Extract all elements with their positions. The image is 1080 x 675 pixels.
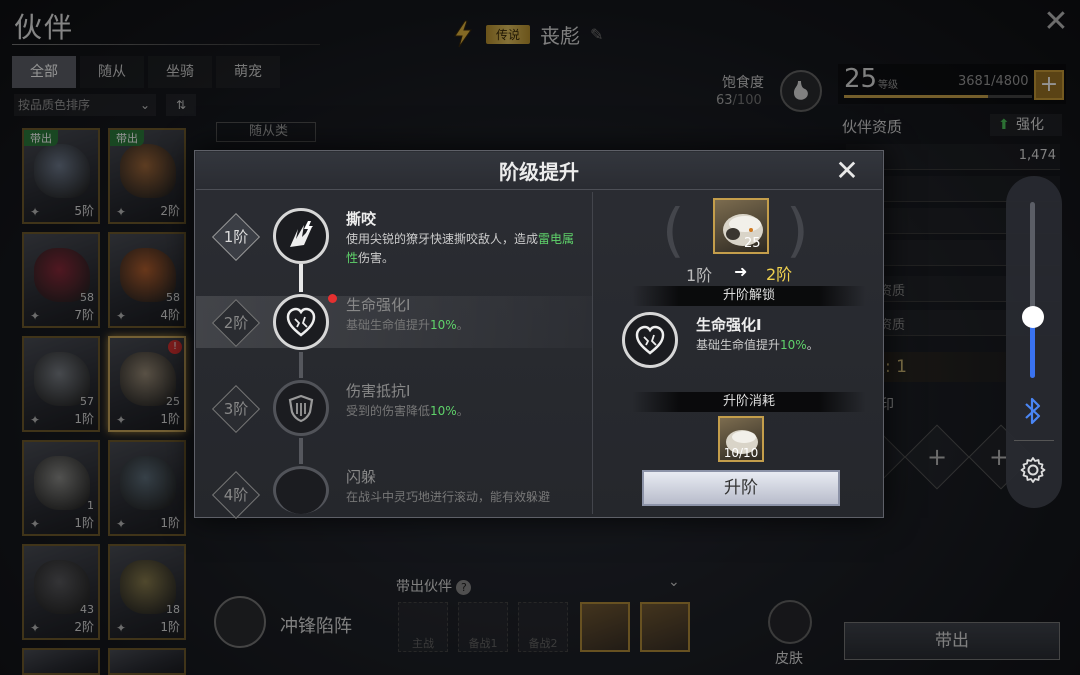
tier-connector <box>299 264 303 292</box>
heart-skill-icon[interactable] <box>622 312 678 368</box>
skill-desc-text: 。 <box>456 404 469 418</box>
skill-description: 基础生命值提升10%。 <box>346 316 469 335</box>
unlock-skill-description: 基础生命值提升10%。 <box>696 336 819 353</box>
skill-desc-text: 。 <box>456 318 469 332</box>
unlock-section-title: 升阶解锁 <box>632 286 866 306</box>
bluetooth-icon[interactable] <box>1020 396 1046 426</box>
tier-connector <box>299 438 303 464</box>
skill-name: 生命强化Ⅰ <box>346 296 411 314</box>
bracket-decoration: ( <box>662 196 685 264</box>
bracket-decoration: ) <box>786 196 809 264</box>
skill-name: 闪躲 <box>346 468 377 486</box>
tier-label: 1阶 <box>223 228 249 246</box>
skill-name: 伤害抵抗Ⅰ <box>346 382 411 400</box>
dialog-title: 阶级提升 <box>499 160 579 184</box>
dodge-skill-icon[interactable] <box>273 466 329 514</box>
skill-name: 撕咬 <box>346 210 377 228</box>
shield-skill-icon[interactable] <box>273 380 329 436</box>
gear-icon[interactable] <box>1019 456 1047 484</box>
skill-desc-highlight: 10% <box>430 318 457 332</box>
skill-description: 使用尖锐的獠牙快速撕咬敌人，造成雷电属性伤害。 <box>346 230 582 268</box>
skill-description: 受到的伤害降低10%。 <box>346 402 469 421</box>
skill-desc-highlight: 10% <box>430 404 457 418</box>
divider <box>1014 440 1054 441</box>
heart-skill-icon[interactable] <box>273 294 329 350</box>
unlock-desc-text: 。 <box>806 338 819 352</box>
upgrade-button[interactable]: 升阶 <box>642 470 840 506</box>
volume-slider-knob[interactable] <box>1022 306 1044 328</box>
skill-description: 在战斗中灵巧地进行滚动，能有效躲避 <box>346 490 551 504</box>
bite-skill-icon[interactable] <box>273 208 329 264</box>
close-icon[interactable]: ✕ <box>832 156 862 186</box>
arrow-right-icon: ➜ <box>734 262 748 281</box>
skill-desc-text: 基础生命值提升 <box>346 318 431 332</box>
unlock-desc-highlight: 10% <box>780 338 807 352</box>
tier-label: 4阶 <box>223 486 249 504</box>
cost-section-title: 升阶消耗 <box>632 392 866 412</box>
skill-desc-text: 受到的伤害降低 <box>346 404 431 418</box>
unlock-skill-name: 生命强化Ⅰ <box>696 316 762 334</box>
partner-portrait <box>713 198 769 254</box>
portrait-level: 25 <box>744 236 761 251</box>
tier-label: 3阶 <box>223 400 249 418</box>
current-tier: 1阶 <box>686 266 713 285</box>
tier-label: 2阶 <box>223 314 249 332</box>
skill-desc-text: 伤害。 <box>358 251 395 265</box>
cost-count: 10/10 <box>723 446 759 460</box>
unlock-desc-text: 基础生命值提升 <box>696 338 781 352</box>
new-dot <box>328 294 337 303</box>
dialog-divider <box>592 192 593 514</box>
tier-connector <box>299 352 303 378</box>
skill-desc-text: 使用尖锐的獠牙快速撕咬敌人，造成 <box>346 232 539 246</box>
next-tier: 2阶 <box>766 265 793 284</box>
